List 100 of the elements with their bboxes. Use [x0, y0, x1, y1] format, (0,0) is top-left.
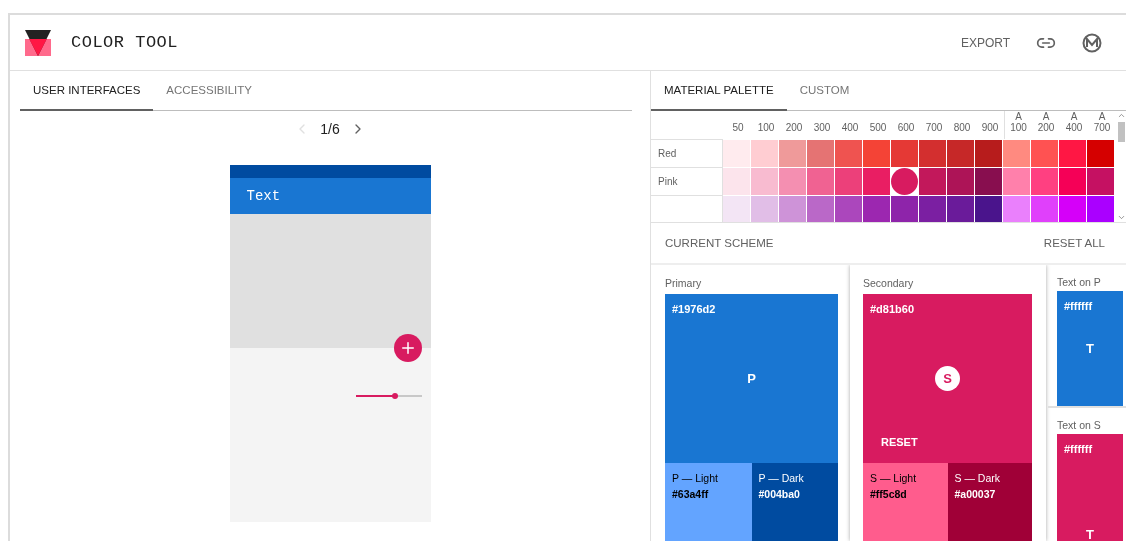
reset-all-button[interactable]: RESET ALL — [1043, 237, 1105, 249]
color-swatch[interactable] — [947, 196, 974, 222]
color-swatch[interactable] — [975, 140, 1002, 167]
hex-value: #004ba0 — [758, 488, 801, 500]
hex-value: #1976d2 — [672, 303, 716, 315]
color-swatch[interactable] — [1087, 140, 1114, 167]
color-swatch[interactable] — [835, 168, 862, 195]
add-button[interactable] — [393, 334, 422, 362]
tab[interactable]: CUSTOM — [786, 71, 863, 111]
color-swatch[interactable] — [723, 140, 750, 167]
variant-block[interactable]: S — Light #ff5c8d — [863, 463, 948, 541]
color-swatch[interactable] — [723, 168, 750, 195]
color-swatch[interactable] — [835, 140, 862, 167]
color-swatch[interactable] — [891, 196, 918, 222]
color-swatch[interactable] — [807, 196, 834, 222]
tab[interactable]: ACCESSIBILITY — [153, 71, 265, 111]
color-swatch[interactable] — [1003, 196, 1030, 222]
page-counter: 1/6 — [320, 121, 340, 137]
column-label: 600 — [897, 122, 915, 133]
card-label: Secondary — [863, 277, 914, 289]
color-swatch[interactable] — [863, 168, 890, 195]
color-swatch[interactable] — [863, 196, 890, 222]
scheme-card[interactable]: Secondary #d81b60 S RESET S — Light #ff5c8d S — Dark #a00037 — [850, 265, 1046, 541]
column-label: 800 — [953, 122, 971, 133]
column-label: 700 — [1093, 122, 1111, 133]
slider-thumb[interactable] — [392, 393, 399, 399]
column-label: 700 — [925, 122, 943, 133]
color-swatch[interactable] — [919, 196, 946, 222]
variant-label: P — Light — [672, 472, 719, 484]
selected-swatch[interactable] — [891, 168, 918, 195]
color-swatch[interactable] — [947, 168, 974, 195]
section-title: CURRENT SCHEME — [665, 237, 774, 249]
tab[interactable]: USER INTERFACES — [20, 71, 154, 111]
hex-value: #ff5c8d — [870, 488, 908, 500]
color-swatch[interactable] — [751, 140, 778, 167]
color-swatch[interactable] — [947, 140, 974, 167]
color-swatch[interactable] — [1087, 196, 1114, 222]
card-label: Text on P — [1057, 276, 1101, 288]
color-swatch[interactable] — [1003, 140, 1030, 167]
hex-value: #d81b60 — [870, 303, 915, 315]
letter-badge: S — [935, 366, 960, 391]
color-swatch[interactable] — [863, 140, 890, 167]
variant-block[interactable]: P — Light #63a4ff — [665, 463, 752, 541]
variant-block[interactable]: S — Dark #a00037 — [947, 463, 1032, 541]
scroll-thumb[interactable] — [1118, 122, 1125, 142]
card-label: Primary — [665, 277, 702, 289]
column-label: 400 — [1065, 122, 1083, 133]
color-swatch[interactable] — [1031, 140, 1058, 167]
color-swatch[interactable] — [835, 196, 862, 222]
color-swatch[interactable] — [1059, 168, 1086, 195]
column-label: 50 — [732, 122, 744, 133]
column-label: 100 — [757, 122, 775, 133]
color-swatch[interactable] — [1059, 140, 1086, 167]
color-swatch[interactable] — [919, 140, 946, 167]
color-swatch[interactable] — [751, 168, 778, 195]
block-letter: T — [1086, 526, 1094, 541]
color-swatch[interactable] — [779, 168, 806, 195]
column-prefix: A — [1070, 111, 1078, 122]
color-swatch[interactable] — [779, 196, 806, 222]
column-label: 300 — [813, 122, 831, 133]
color-swatch[interactable] — [891, 140, 918, 167]
variant-block[interactable]: P — Dark #004ba0 — [751, 463, 838, 541]
color-block[interactable]: #d81b60 S RESET — [863, 294, 1032, 463]
color-block[interactable]: #ffffff T — [1057, 434, 1123, 541]
color-swatch[interactable] — [1003, 168, 1030, 195]
color-swatch[interactable] — [1031, 196, 1058, 222]
color-swatch[interactable] — [919, 168, 946, 195]
column-prefix: A — [1042, 111, 1050, 122]
scroll-down-icon[interactable] — [1117, 213, 1126, 222]
color-swatch[interactable] — [723, 196, 750, 222]
export-button[interactable]: EXPORT — [952, 29, 1018, 56]
scrollbar[interactable] — [1117, 111, 1126, 222]
column-label: 900 — [981, 122, 999, 133]
column-label: 200 — [1037, 122, 1055, 133]
block-letter: P — [747, 371, 756, 386]
app-title: COLOR TOOL — [71, 33, 179, 52]
color-swatch[interactable] — [751, 196, 778, 222]
color-swatch[interactable] — [779, 140, 806, 167]
column-label: 500 — [869, 122, 887, 133]
block-letter: T — [1086, 341, 1094, 356]
scroll-up-icon[interactable] — [1117, 111, 1126, 120]
variant-label: S — Dark — [954, 472, 1001, 484]
color-swatch[interactable] — [807, 168, 834, 195]
color-swatch[interactable] — [1031, 168, 1058, 195]
color-swatch[interactable] — [1059, 196, 1086, 222]
column-label: 100 — [1010, 122, 1027, 133]
variant-label: S — Light — [870, 472, 918, 484]
color-swatch[interactable] — [975, 168, 1002, 195]
tab[interactable]: MATERIAL PALETTE — [651, 71, 787, 111]
color-swatch[interactable] — [975, 196, 1002, 222]
app-bar: Text — [229, 178, 431, 214]
hex-value: #ffffff — [1064, 300, 1093, 312]
color-swatch[interactable] — [807, 140, 834, 167]
color-swatch[interactable] — [1087, 168, 1114, 195]
color-block[interactable]: #ffffff T — [1057, 291, 1123, 406]
reset-button[interactable]: RESET — [881, 436, 918, 448]
color-block[interactable]: #1976d2 P — [665, 294, 838, 463]
hex-value: #ffffff — [1064, 443, 1093, 455]
column-prefix: A — [1015, 111, 1022, 122]
column-label: 200 — [785, 122, 803, 133]
